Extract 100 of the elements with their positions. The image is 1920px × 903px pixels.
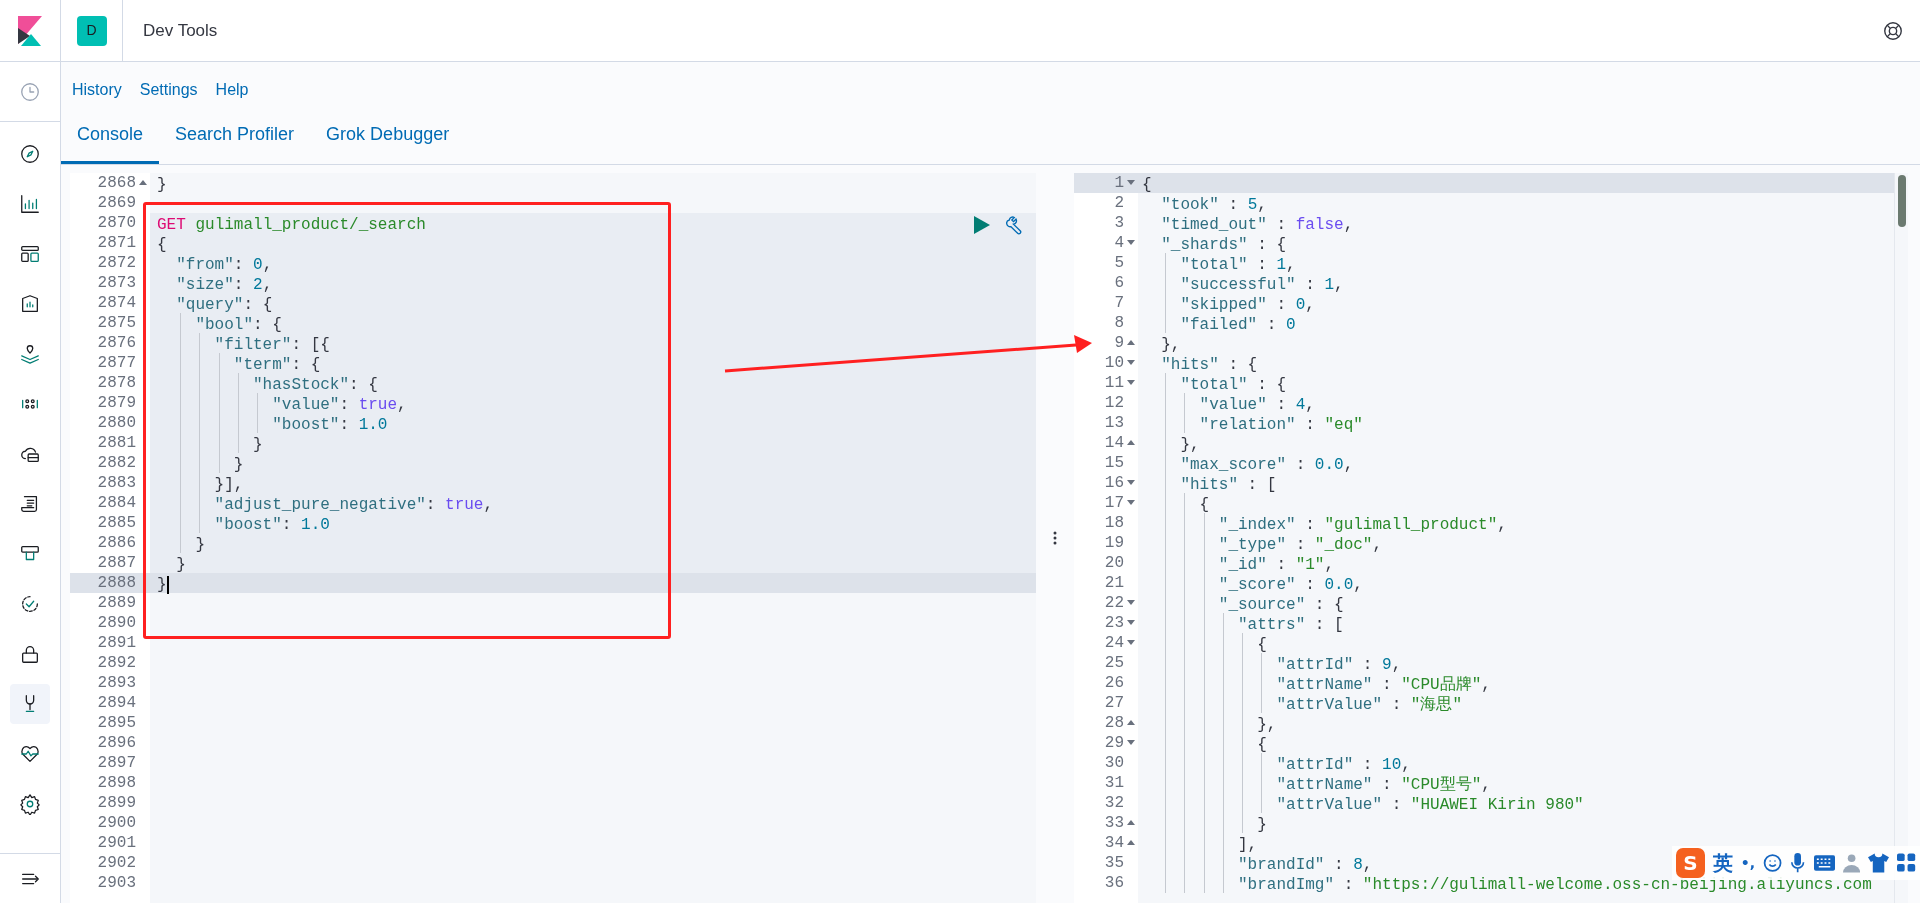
code-line: "_score" : 0.0, [1217, 576, 1363, 594]
tab[interactable]: Search Profiler [159, 108, 311, 164]
line-number: 2869 [97, 193, 136, 214]
line-number: 2884 [97, 493, 136, 514]
code-line: "bool": { [194, 316, 282, 334]
code-line: "adjust_pure_negative": true, [213, 496, 494, 514]
line-number: 2868 [97, 173, 136, 194]
line-number: 17 [1104, 493, 1124, 514]
code-line: "total" : 1, [1179, 256, 1296, 274]
line-number: 12 [1104, 393, 1124, 414]
code-line: "successful" : 1, [1179, 276, 1344, 294]
scrollbar-thumb[interactable] [1898, 175, 1906, 227]
line-number: 2892 [97, 653, 136, 674]
tab[interactable]: Console [61, 108, 160, 164]
fold-toggle-icon[interactable] [1127, 340, 1135, 346]
code-line: "attrValue" : "HUAWEI Kirin 980" [1275, 796, 1584, 814]
line-number: 2874 [97, 293, 136, 314]
code-line: "took" : 5, [1160, 196, 1267, 214]
line-number: 1 [1114, 173, 1124, 194]
line-number: 2871 [97, 233, 136, 254]
fold-toggle-icon[interactable] [1127, 620, 1135, 626]
chart-icon [19, 193, 41, 215]
fold-toggle-icon[interactable] [1127, 440, 1135, 446]
line-number: 25 [1104, 653, 1124, 674]
code-line: "_type" : "_doc", [1217, 536, 1383, 554]
code-line: "boost": 1.0 [213, 516, 330, 534]
line-number: 2877 [97, 353, 136, 374]
fold-toggle-icon[interactable] [1127, 500, 1135, 506]
fold-toggle-icon[interactable] [1127, 480, 1135, 486]
line-number: 30 [1104, 753, 1124, 774]
request-line: GET gulimall_product/_search [157, 216, 426, 234]
code-line: { [1256, 636, 1267, 654]
line-number: 2889 [97, 593, 136, 614]
line-number: 2899 [97, 793, 136, 814]
request-editor[interactable] [70, 173, 1036, 903]
code-line: } [1256, 816, 1267, 834]
space-avatar[interactable]: D [76, 15, 107, 46]
ime-punctuation[interactable]: •, [1740, 852, 1755, 874]
line-number: 2883 [97, 473, 136, 494]
compass-icon [19, 143, 41, 165]
grid-icon[interactable] [1896, 853, 1916, 873]
code-line: "attrId" : 10, [1275, 756, 1411, 774]
fold-toggle-icon[interactable] [1127, 600, 1135, 606]
line-number: 14 [1104, 433, 1124, 454]
smiley-icon[interactable] [1763, 853, 1783, 873]
line-number: 2885 [97, 513, 136, 534]
fold-toggle-icon[interactable] [1127, 720, 1135, 726]
top-menu-link[interactable]: Help [215, 78, 249, 102]
line-number: 2882 [97, 453, 136, 474]
code-line: "_shards" : { [1160, 236, 1287, 254]
top-menu-link[interactable]: Settings [139, 78, 198, 102]
line-number: 21 [1104, 573, 1124, 594]
run-button[interactable] [972, 215, 992, 235]
code-line: } [194, 536, 205, 554]
code-line: "hits" : [ [1179, 476, 1277, 494]
code-line: "attrs" : [ [1237, 616, 1344, 634]
line-number: 6 [1114, 273, 1124, 294]
top-menu-link[interactable]: History [72, 78, 122, 102]
line-number: 15 [1104, 453, 1124, 474]
tab[interactable]: Grok Debugger [310, 108, 466, 164]
line-number: 19 [1104, 533, 1124, 554]
line-number: 2891 [97, 633, 136, 654]
ime-mode[interactable]: 英 [1712, 848, 1733, 878]
shirt-icon[interactable] [1867, 853, 1889, 873]
microphone-icon[interactable] [1790, 853, 1806, 873]
line-number: 2 [1114, 193, 1124, 214]
code-line: "failed" : 0 [1179, 316, 1296, 334]
fold-toggle-icon[interactable] [1127, 240, 1135, 246]
line-number: 4 [1114, 233, 1124, 254]
fold-toggle-icon[interactable] [1127, 740, 1135, 746]
fold-toggle-icon[interactable] [139, 180, 147, 186]
line-number: 28 [1104, 713, 1124, 734]
help-icon[interactable] [1882, 19, 1904, 42]
line-number: 2902 [97, 853, 136, 874]
resize-handle-icon[interactable] [1053, 531, 1057, 545]
line-number: 2900 [97, 813, 136, 834]
code-line: }], [213, 476, 244, 494]
line-number: 2890 [97, 613, 136, 634]
code-line: "value" : 4, [1198, 396, 1315, 414]
fold-toggle-icon[interactable] [1127, 180, 1135, 186]
fold-toggle-icon[interactable] [1127, 380, 1135, 386]
code-line: } [232, 456, 244, 474]
line-number: 10 [1104, 353, 1124, 374]
fold-toggle-icon[interactable] [1127, 640, 1135, 646]
code-line: "_source" : { [1217, 596, 1344, 614]
code-line: "filter": [{ [213, 336, 330, 354]
code-line: }, [1179, 436, 1200, 454]
dashboard-icon [19, 243, 41, 265]
line-number: 2879 [97, 393, 136, 414]
map-layers-icon [19, 343, 41, 365]
code-line: "attrId" : 9, [1275, 656, 1402, 674]
line-number: 7 [1114, 293, 1124, 314]
line-number: 20 [1104, 553, 1124, 574]
line-number: 16 [1104, 473, 1124, 494]
line-number: 13 [1104, 413, 1124, 434]
fold-toggle-icon[interactable] [1127, 840, 1135, 846]
code-line: "hits" : { [1160, 356, 1258, 374]
fold-toggle-icon[interactable] [1127, 360, 1135, 366]
keyboard-icon[interactable] [1813, 855, 1835, 871]
fold-toggle-icon[interactable] [1127, 820, 1135, 826]
